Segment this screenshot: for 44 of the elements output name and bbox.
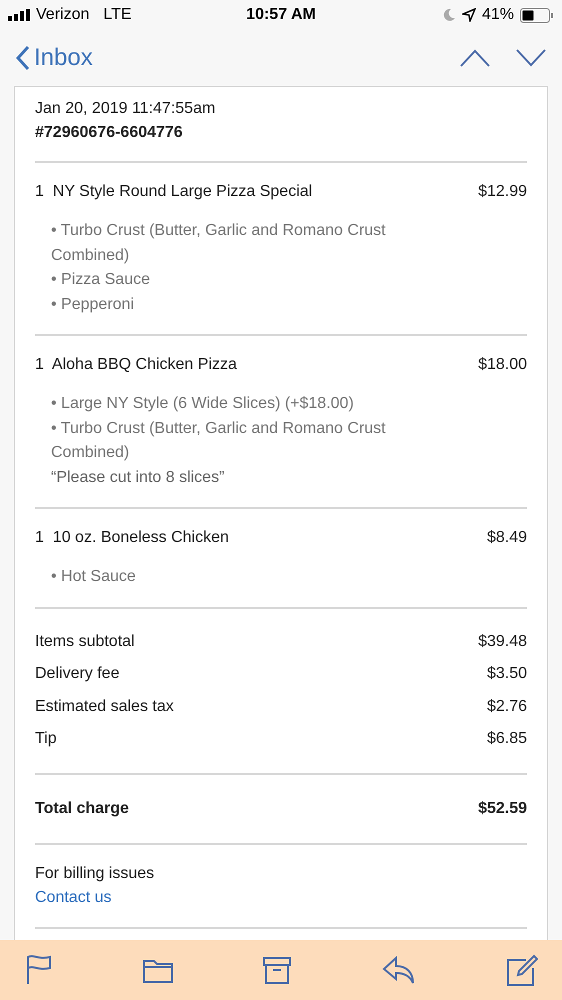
- battery-icon: [520, 8, 554, 22]
- compose-icon[interactable]: [506, 954, 538, 986]
- total-value: $6.85: [486, 729, 527, 749]
- clock: 10:57 AM: [246, 6, 316, 24]
- total-charge-label: Total charge: [35, 798, 129, 818]
- item-price: $18.00: [478, 355, 527, 375]
- network-type: LTE: [103, 6, 132, 24]
- moon-icon: [442, 8, 456, 22]
- battery-percent: 41%: [482, 6, 514, 24]
- item-price: $8.49: [486, 528, 527, 548]
- item-option: • Large NY Style (6 Wide Slices) (+$18.00): [51, 392, 401, 416]
- item-option: • Hot Sauce: [51, 565, 401, 590]
- order-number: #72960676-6604776: [35, 123, 184, 143]
- contact-link[interactable]: Contact us: [35, 888, 112, 906]
- location-icon: [462, 8, 476, 22]
- item-option: • Pepperoni: [51, 292, 401, 317]
- item-name: 1 Aloha BBQ Chicken Pizza: [35, 355, 237, 375]
- billing-text: For billing issues: [35, 864, 156, 884]
- signal-icon: [8, 9, 30, 21]
- item-name: 1 NY Style Round Large Pizza Special: [35, 182, 312, 202]
- back-button[interactable]: Inbox: [16, 44, 93, 72]
- chevron-left-icon: [16, 45, 30, 71]
- item-price: $12.99: [478, 182, 527, 202]
- next-icon[interactable]: [516, 49, 546, 67]
- archive-icon[interactable]: [263, 956, 291, 984]
- total-charge-value: $52.59: [478, 798, 527, 818]
- flag-icon[interactable]: [26, 955, 52, 985]
- folder-icon[interactable]: [142, 958, 172, 982]
- total-value: $2.76: [486, 696, 527, 716]
- total-value: $39.48: [478, 632, 527, 652]
- total-value: $3.50: [486, 664, 527, 684]
- item-option: • Turbo Crust (Butter, Garlic and Romano Crust Combined): [51, 219, 401, 268]
- reply-icon[interactable]: [382, 956, 416, 984]
- total-label: Delivery fee: [35, 664, 120, 684]
- total-label: Estimated sales tax: [35, 696, 174, 716]
- item-option: • Pizza Sauce: [51, 268, 401, 292]
- carrier-name: Verizon: [36, 6, 90, 24]
- total-label: Tip: [35, 729, 57, 749]
- total-label: Items subtotal: [35, 632, 135, 652]
- item-note: “Please cut into 8 slices”: [51, 468, 226, 488]
- item-option: • Turbo Crust (Butter, Garlic and Romano Crust Combined): [51, 416, 401, 466]
- order-date: Jan 20, 2019 11:47:55am: [35, 99, 216, 119]
- item-name: 1 10 oz. Boneless Chicken: [35, 528, 229, 548]
- previous-icon[interactable]: [460, 49, 490, 67]
